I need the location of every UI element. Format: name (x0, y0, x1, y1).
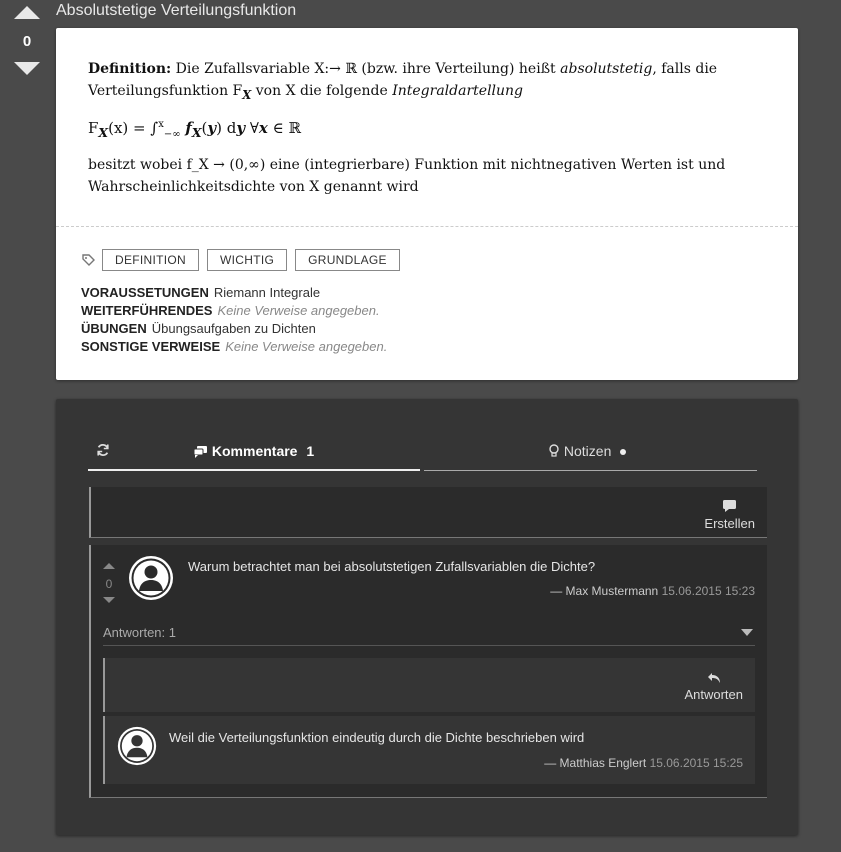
tag-list: DEFINITION WICHTIG GRUNDLAGE (82, 249, 408, 271)
divider (56, 226, 798, 227)
notes-dot-icon (620, 449, 627, 455)
definition-sub-x: X (242, 87, 252, 102)
tab-comments-label: Kommentare (211, 443, 298, 459)
weiterfuehrendes-value: Keine Verweise angegeben. (217, 303, 380, 318)
comment-date: 15.06.2015 15:23 (661, 584, 755, 598)
definition-em-2: Integraldartellung (392, 83, 524, 99)
reply-text: Weil die Verteilungsfunktion eindeutig d… (169, 730, 585, 745)
voraussetzungen-link[interactable]: Riemann Integrale (214, 285, 320, 300)
comment-upvote-icon[interactable] (103, 563, 115, 569)
reply-date: 15.06.2015 15:25 (649, 756, 743, 770)
reply-button[interactable]: Antworten (684, 672, 743, 702)
page-title: Absolutstetige Verteilungsfunktion (56, 2, 297, 19)
sonstige-label: SONSTIGE VERWEISE (81, 339, 221, 354)
definition-text-1b: , falls die (652, 61, 718, 77)
vote-count: 0 (22, 33, 32, 50)
reply-arrow-icon (707, 673, 720, 683)
definition-text-2a: Verteilungsfunktion F (88, 83, 243, 99)
speech-bubble-icon (723, 500, 737, 512)
reply-author-line: — Matthias Englert 15.06.2015 15:25 (544, 756, 743, 770)
tag-icon (82, 254, 95, 266)
avatar (117, 726, 157, 766)
comment-thread: 0 Warum betrachtet man bei absolutstetig… (89, 545, 767, 798)
lightbulb-icon (549, 444, 559, 457)
weiterfuehrendes-label: WEITERFÜHRENDES (81, 303, 213, 318)
comment-vote: 0 (102, 563, 116, 603)
uebungen-label: ÜBUNGEN (81, 321, 147, 336)
discussion-tabs: Kommentare 1 Notizen (88, 435, 757, 471)
sonstige-value: Keine Verweise angegeben. (225, 339, 388, 354)
definition-text-5: Wahrscheinlichkeitsdichte von X genannt … (88, 178, 419, 195)
definition-card: Definition: Die Zufallsvariable X:→ ℝ (b… (56, 28, 798, 380)
comment-author: — Max Mustermann (550, 584, 659, 598)
definition-label: Definition: (88, 61, 172, 77)
comments-icon (193, 446, 207, 458)
definition-formula: FX(x) = ∫x−∞ fX(y) dy ∀x ∈ ℝ (88, 118, 301, 140)
question-vote: 0 (12, 4, 42, 75)
active-tab-indicator (88, 469, 420, 471)
tab-notes[interactable]: Notizen (548, 443, 627, 459)
comment-downvote-icon[interactable] (103, 597, 115, 603)
comment-vote-count: 0 (105, 577, 113, 591)
definition-em-1: absolutstetig (560, 61, 653, 77)
definition-content: Definition: Die Zufallsvariable X:→ ℝ (b… (56, 28, 798, 198)
discussion-panel: Kommentare 1 Notizen Erstellen 0 Warum b… (56, 399, 798, 835)
comment-author-line: — Max Mustermann 15.06.2015 15:23 (550, 584, 755, 598)
tab-underline (424, 470, 757, 471)
tag-grundlage[interactable]: GRUNDLAGE (295, 249, 400, 271)
create-comment-bar: Erstellen (89, 487, 767, 538)
definition-text-1a: Die Zufallsvariable X:→ ℝ (bzw. ihre Ver… (171, 61, 561, 77)
chevron-down-icon[interactable] (741, 629, 753, 636)
answers-count[interactable]: Antworten: 1 (103, 625, 176, 640)
reference-list: VORAUSSETUNGEN Riemann Integrale WEITERFÜ… (81, 284, 387, 356)
tag-wichtig[interactable]: WICHTIG (207, 249, 288, 271)
create-comment-button[interactable]: Erstellen (704, 499, 755, 531)
reply-label: Antworten (684, 687, 743, 702)
divider (103, 645, 755, 646)
definition-text-4: besitzt wobei f_X → (0,∞) eine (integrie… (88, 156, 726, 173)
reply-author: — Matthias Englert (544, 756, 647, 770)
tag-definition[interactable]: DEFINITION (102, 249, 199, 271)
voraussetzungen-label: VORAUSSETUNGEN (81, 285, 209, 300)
tab-comments[interactable]: Kommentare 1 (193, 443, 314, 459)
uebungen-link[interactable]: Übungsaufgaben zu Dichten (152, 321, 316, 336)
avatar (129, 556, 173, 600)
upvote-arrow-icon[interactable] (14, 6, 40, 19)
reply-bar: Antworten (103, 658, 755, 712)
definition-text-2b: von X die folgende (251, 83, 393, 99)
downvote-arrow-icon[interactable] (14, 62, 40, 75)
comment-text: Warum betrachtet man bei absolutstetigen… (188, 559, 596, 574)
tab-notes-label: Notizen (563, 443, 612, 459)
create-comment-label: Erstellen (704, 516, 755, 531)
refresh-icon[interactable] (96, 443, 110, 457)
reply-item: Weil die Verteilungsfunktion eindeutig d… (103, 716, 755, 784)
tab-comments-count: 1 (306, 443, 315, 459)
